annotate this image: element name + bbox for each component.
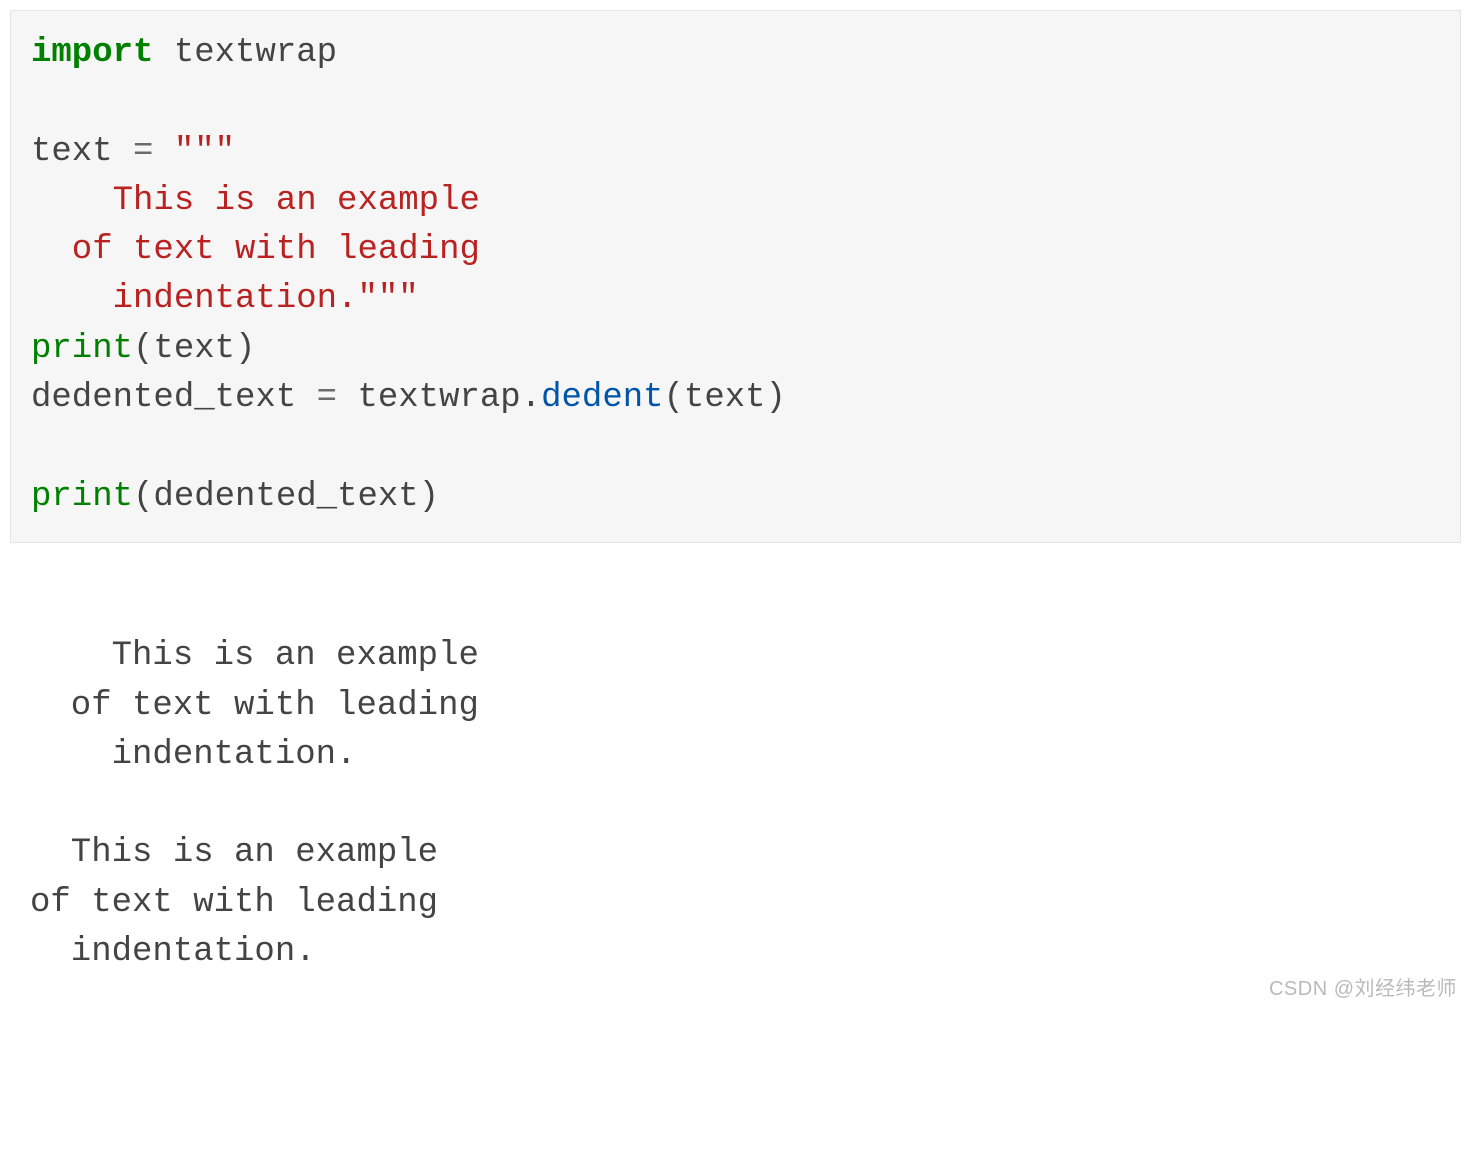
module-name: textwrap (153, 34, 337, 72)
output-line: This is an example (30, 834, 438, 872)
output-block: This is an example of text with leading … (10, 583, 1461, 1007)
assign-op-2: = (317, 379, 337, 417)
assign-op: = (133, 133, 153, 171)
output-line: of text with leading (30, 687, 479, 725)
module-ref: textwrap (337, 379, 521, 417)
string-close: """ (357, 280, 418, 318)
code-block: import textwrap text = """ This is an ex… (10, 10, 1461, 543)
string-line-2: of text with leading (31, 231, 480, 269)
dot: . (521, 379, 541, 417)
output-line: of text with leading (30, 884, 438, 922)
print-args-1: (text) (133, 330, 255, 368)
string-line-3: indentation. (31, 280, 357, 318)
print-call-2: print (31, 478, 133, 516)
output-line: indentation. (30, 736, 356, 774)
string-line-1: This is an example (31, 182, 480, 220)
string-open: """ (153, 133, 235, 171)
print-args-2: (dedented_text) (133, 478, 439, 516)
keyword-import: import (31, 34, 153, 72)
output-line: This is an example (30, 637, 479, 675)
watermark: CSDN @刘经纬老师 (1269, 972, 1457, 1001)
var-text: text (31, 133, 133, 171)
var-dedented: dedented_text (31, 379, 317, 417)
page: import textwrap text = """ This is an ex… (0, 10, 1471, 1007)
call-args: (text) (664, 379, 786, 417)
print-call-1: print (31, 330, 133, 368)
method-dedent: dedent (541, 379, 663, 417)
output-line: indentation. (30, 933, 316, 971)
